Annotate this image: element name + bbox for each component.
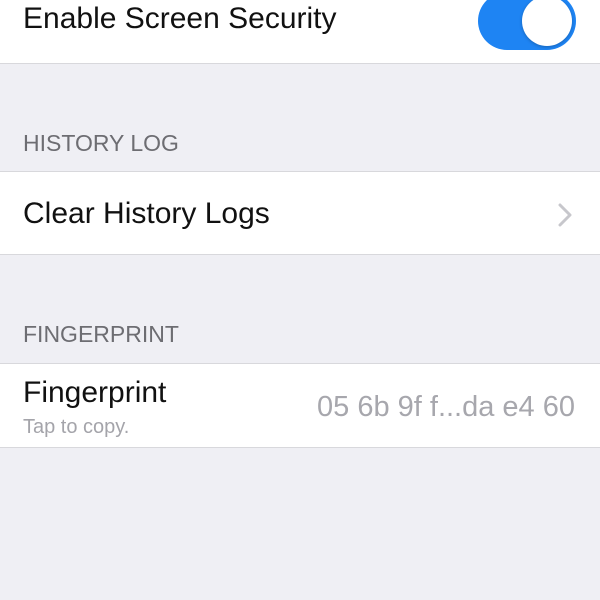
fingerprint-value: 05 6b 9f f...da e4 60 <box>317 391 575 423</box>
enable-screen-security-row[interactable]: Enable Screen Security <box>0 0 600 64</box>
enable-screen-security-toggle[interactable] <box>478 0 576 50</box>
toggle-knob <box>522 0 572 46</box>
enable-screen-security-label: Enable Screen Security <box>23 2 337 35</box>
fingerprint-label: Fingerprint <box>23 376 167 409</box>
tap-to-copy-hint: Tap to copy. <box>23 416 130 438</box>
fingerprint-row[interactable]: Fingerprint Tap to copy. 05 6b 9f f...da… <box>0 363 600 448</box>
history-log-section-header: HISTORY LOG <box>23 130 179 156</box>
chevron-right-icon <box>558 203 572 227</box>
settings-screen: Enable Screen Security HISTORY LOG Clear… <box>0 0 600 600</box>
clear-history-logs-label: Clear History Logs <box>23 197 270 230</box>
fingerprint-section-header: FINGERPRINT <box>23 321 179 347</box>
clear-history-logs-row[interactable]: Clear History Logs <box>0 171 600 255</box>
